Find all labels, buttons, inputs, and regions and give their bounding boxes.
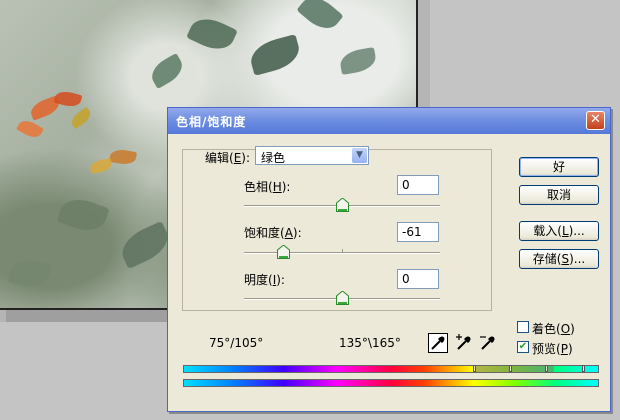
lightness-slider-track[interactable] bbox=[244, 291, 440, 305]
hue-slider-track[interactable] bbox=[244, 198, 440, 212]
eyedropper-minus-icon bbox=[480, 336, 495, 350]
eyedropper-subtract-button[interactable] bbox=[478, 333, 498, 353]
preview-checkbox[interactable]: ✔ bbox=[517, 341, 529, 353]
ok-button[interactable]: 好 bbox=[519, 157, 599, 177]
lightness-slider-thumb[interactable] bbox=[335, 291, 349, 305]
range-left-readout: 75°/105° bbox=[209, 336, 264, 350]
load-button[interactable]: 载入(L)... bbox=[519, 221, 599, 241]
saturation-slider-track[interactable] bbox=[244, 245, 440, 259]
lightness-label: 明度(I): bbox=[244, 273, 285, 287]
output-hue-bar bbox=[183, 379, 599, 387]
eyedropper-button[interactable] bbox=[428, 333, 448, 353]
cancel-button[interactable]: 取消 bbox=[519, 185, 599, 205]
saturation-input[interactable]: -61 bbox=[397, 222, 439, 242]
edit-label: 编辑(E): bbox=[205, 151, 251, 165]
range-handle-mid-right[interactable] bbox=[545, 365, 548, 372]
close-button[interactable]: ✕ bbox=[586, 111, 605, 130]
chevron-down-icon[interactable]: ▼ bbox=[352, 148, 367, 163]
range-handle-mid-left[interactable] bbox=[509, 365, 512, 372]
lightness-input[interactable]: 0 bbox=[397, 269, 439, 289]
range-right-readout: 135°\165° bbox=[339, 336, 401, 350]
edit-select[interactable]: 绿色 ▼ bbox=[255, 146, 369, 165]
edit-select-value: 绿色 bbox=[261, 151, 286, 165]
eyedropper-add-button[interactable] bbox=[454, 333, 474, 353]
input-hue-bar bbox=[183, 365, 599, 373]
preview-label[interactable]: 预览(P) bbox=[532, 340, 573, 357]
range-band bbox=[474, 366, 554, 372]
hue-label: 色相(H): bbox=[244, 180, 291, 194]
range-handle-right[interactable] bbox=[582, 365, 585, 372]
eyedropper-icon bbox=[431, 336, 445, 350]
saturation-slider-center-tick bbox=[342, 249, 343, 253]
settings-group bbox=[182, 149, 492, 311]
hue-input[interactable]: 0 bbox=[397, 175, 439, 195]
hue-saturation-dialog: 色相/饱和度 ✕ 编辑(E): 绿色 ▼ 色相(H): 0 饱和度(A): -6… bbox=[167, 107, 611, 412]
dialog-title: 色相/饱和度 bbox=[176, 115, 247, 129]
saturation-slider-thumb[interactable] bbox=[276, 245, 290, 259]
saturation-label: 饱和度(A): bbox=[244, 226, 302, 240]
save-button[interactable]: 存储(S)... bbox=[519, 249, 599, 269]
dialog-titlebar[interactable]: 色相/饱和度 ✕ bbox=[168, 108, 610, 134]
colorize-label[interactable]: 着色(O) bbox=[532, 320, 575, 337]
close-icon: ✕ bbox=[590, 112, 601, 127]
eyedropper-plus-icon bbox=[456, 334, 471, 350]
range-handle-left[interactable] bbox=[473, 365, 476, 372]
colorize-checkbox[interactable] bbox=[517, 321, 529, 333]
hue-slider-thumb[interactable] bbox=[335, 198, 349, 212]
